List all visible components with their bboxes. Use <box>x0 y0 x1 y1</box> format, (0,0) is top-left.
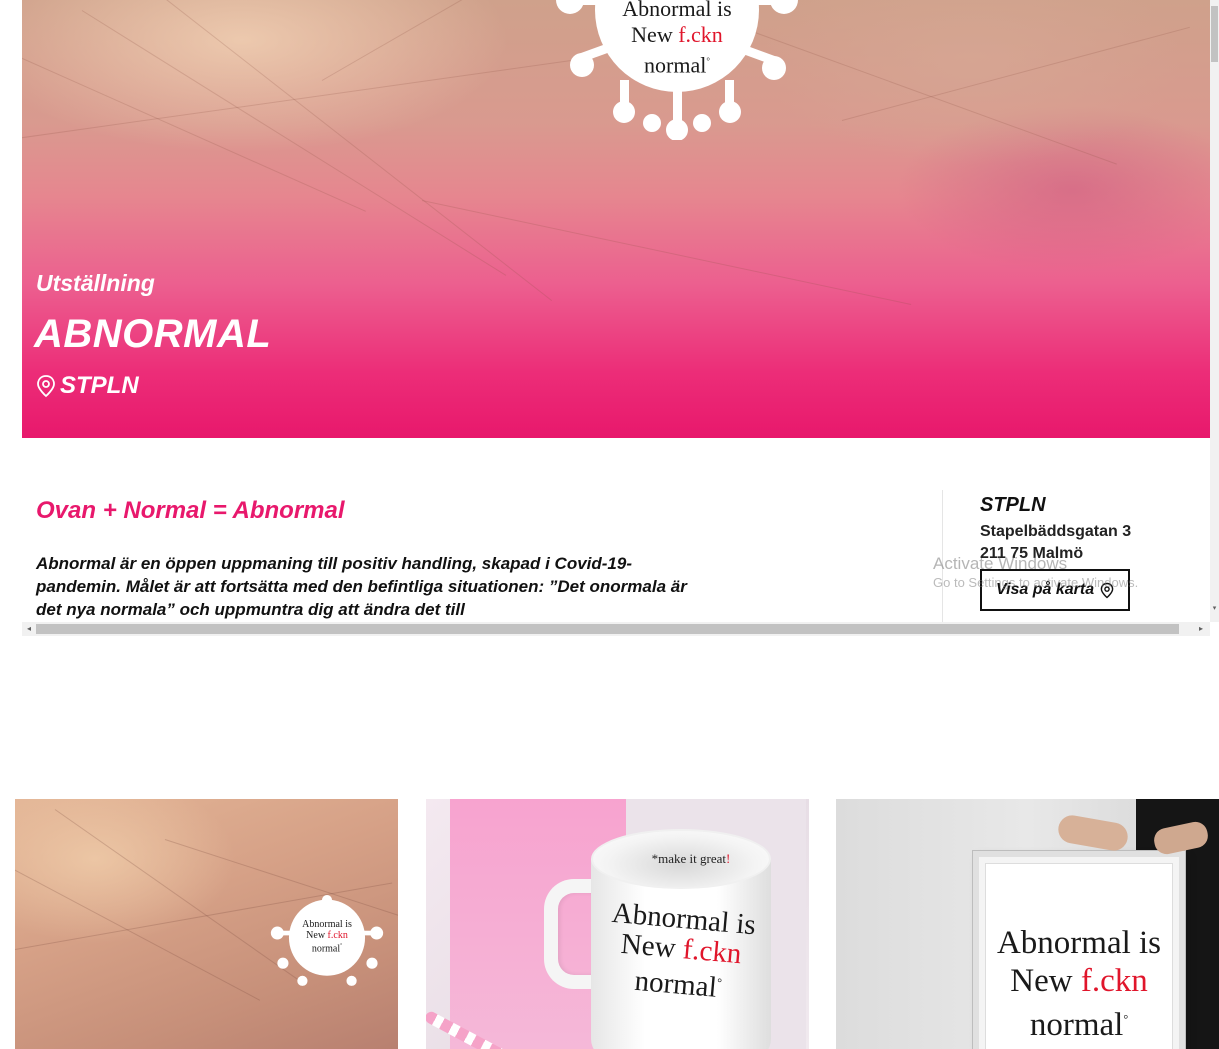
virus-logo: Abnormal is New f.ckn normal° <box>269 891 385 989</box>
skin-line <box>15 859 261 1001</box>
skin-line <box>22 40 366 212</box>
skin-line <box>421 200 912 305</box>
poster-line-2b: f.ckn <box>1080 963 1148 999</box>
hand <box>1056 813 1130 853</box>
activation-watermark: Activate Windows <box>933 554 1068 573</box>
activation-watermark-subtitle: Go to Settings to activate Windows. <box>933 575 1139 590</box>
poster-line-1: Abnormal is <box>996 925 1162 961</box>
logo-line-1: Abnormal is <box>302 919 352 930</box>
logo-line-3: normal <box>311 943 341 955</box>
skin-line <box>81 10 507 276</box>
logo-line-2a: New <box>306 930 328 941</box>
event-venue-label: STPLN <box>60 372 139 399</box>
logo-line-3: normal <box>644 52 707 78</box>
embedded-page: Abnormal is New f.ckn normal° Utställnin… <box>22 0 1210 636</box>
horizontal-scrollbar[interactable]: ◂ ▸ <box>22 622 1210 636</box>
mug-print-text: Abnormal is New f.ckn normal° <box>610 896 758 1004</box>
skin-line <box>141 0 553 302</box>
event-content: Ovan + Normal = Abnormal Abnormal är en … <box>22 438 1210 622</box>
description-text: Abnormal är en öppen uppmaning till posi… <box>36 554 687 619</box>
virus-logo: Abnormal is New f.ckn normal° <box>552 0 802 140</box>
gallery-image-skin-logo[interactable]: Abnormal is New f.ckn normal° <box>15 799 398 1049</box>
poster: Abnormal is New f.ckn normal° <box>985 863 1173 1049</box>
poster-text: Abnormal is New f.ckn normal° <box>996 925 1162 1043</box>
poster-frame: Abnormal is New f.ckn normal° <box>973 851 1185 1049</box>
mug-inner-text-main: *make it great <box>651 851 726 866</box>
logo-line-1: Abnormal is <box>622 0 732 21</box>
vertical-scrollbar[interactable]: ▾ <box>1210 0 1219 622</box>
vertical-scroll-thumb[interactable] <box>1211 6 1218 62</box>
mug-line-2b: f.ckn <box>681 933 743 971</box>
skin-line <box>22 56 597 141</box>
venue-name: STPLN <box>980 494 1046 516</box>
logo-line-2b: f.ckn <box>678 22 723 47</box>
virus-logo-text: Abnormal is New f.ckn normal° <box>302 919 352 955</box>
poster-line-2a: New <box>1010 963 1081 999</box>
location-pin-icon <box>37 375 55 398</box>
scroll-down-arrow-icon[interactable]: ▾ <box>1210 604 1219 616</box>
event-venue[interactable]: STPLN <box>36 372 139 400</box>
scroll-left-arrow-icon[interactable]: ◂ <box>22 622 36 636</box>
lead-heading: Ovan + Normal = Abnormal <box>36 497 345 524</box>
skin-line <box>841 26 1190 121</box>
poster-line-3: normal <box>1029 1007 1124 1043</box>
logo-line-2b: f.ckn <box>327 930 348 941</box>
mug-line-2a: New <box>619 927 685 966</box>
hero-banner: Abnormal is New f.ckn normal° Utställnin… <box>22 0 1210 438</box>
logo-line-2a: New <box>631 22 679 47</box>
event-title: ABNORMAL <box>34 312 272 356</box>
virus-logo-text: Abnormal is New f.ckn normal° <box>552 0 802 78</box>
event-category: Utställning <box>36 270 155 296</box>
venue-street: Stapelbäddsgatan 3 <box>980 523 1132 540</box>
venue-card: STPLN Stapelbäddsgatan 3 211 75 Malmö Vi… <box>980 494 1131 611</box>
gallery-image-mug[interactable]: *make it great! Abnormal is New f.ckn no… <box>426 799 809 1049</box>
gallery-image-poster[interactable]: Abnormal is New f.ckn normal° <box>836 799 1219 1049</box>
mug-inner-text-exclaim: ! <box>726 851 731 866</box>
scroll-right-arrow-icon[interactable]: ▸ <box>1194 622 1208 636</box>
horizontal-scroll-thumb[interactable] <box>36 624 1179 634</box>
mug-inner-text: *make it great! <box>631 851 751 867</box>
